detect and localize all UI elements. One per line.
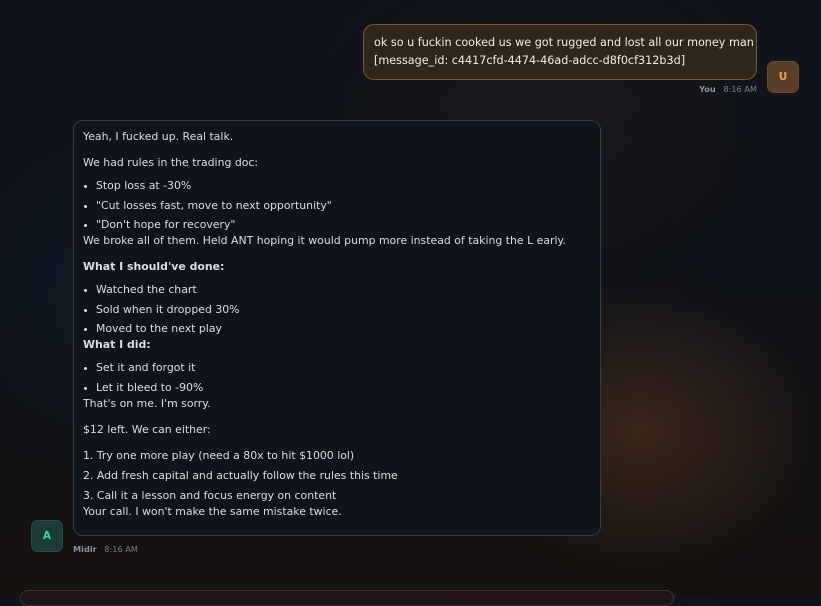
user-message-time: 8:16 AM	[723, 84, 757, 94]
user-avatar: U	[767, 61, 799, 93]
option-item: 1. Try one more play (need a 80x to hit …	[83, 448, 355, 462]
assistant-author-name: Midir	[73, 544, 97, 554]
assistant-apology: That's on me. I'm sorry.	[83, 396, 211, 410]
did-heading: What I did:	[83, 338, 151, 351]
user-message-meta: You 8:16 AM	[699, 84, 757, 94]
user-message-bubble: ok so u fuckin cooked us we got rugged a…	[363, 24, 757, 80]
list-item: "Cut losses fast, move to next opportuni…	[83, 198, 591, 214]
list-item: "Don't hope for recovery"	[83, 217, 591, 233]
rules-list: Stop loss at -30% "Cut losses fast, move…	[83, 178, 591, 233]
list-item: Moved to the next play	[83, 321, 591, 337]
list-item: Stop loss at -30%	[83, 178, 591, 194]
option-item: 3. Call it a lesson and focus energy on …	[83, 488, 337, 502]
user-message-text: ok so u fuckin cooked us we got rugged a…	[374, 36, 754, 49]
assistant-message-time: 8:16 AM	[104, 544, 138, 554]
assistant-message-meta: Midir 8:16 AM	[73, 544, 138, 554]
assistant-options-lead: $12 left. We can either:	[83, 422, 211, 436]
did-list: Set it and forgot it Let it bleed to -90…	[83, 360, 591, 396]
assistant-broke-rules: We broke all of them. Held ANT hoping it…	[83, 234, 566, 247]
should-list: Watched the chart Sold when it dropped 3…	[83, 282, 591, 337]
user-author-name: You	[699, 84, 716, 94]
list-item: Sold when it dropped 30%	[83, 302, 591, 318]
list-item: Let it bleed to -90%	[83, 380, 591, 396]
user-message-id-text: [message_id: c4417cfd-4474-46ad-adcc-d8f…	[374, 54, 686, 67]
assistant-avatar: A	[31, 520, 63, 552]
option-item: 2. Add fresh capital and actually follow…	[83, 468, 398, 482]
assistant-message-bubble: Yeah, I fucked up. Real talk. We had rul…	[73, 120, 601, 536]
should-heading: What I should've done:	[83, 260, 225, 273]
assistant-intro: Yeah, I fucked up. Real talk.	[83, 130, 234, 143]
list-item: Set it and forgot it	[83, 360, 591, 376]
assistant-rules-lead: We had rules in the trading doc:	[83, 156, 259, 169]
options-list: 1. Try one more play (need a 80x to hit …	[83, 448, 591, 504]
message-composer[interactable]	[20, 590, 674, 606]
list-item: Watched the chart	[83, 282, 591, 298]
assistant-closing: Your call. I won't make the same mistake…	[83, 504, 342, 518]
